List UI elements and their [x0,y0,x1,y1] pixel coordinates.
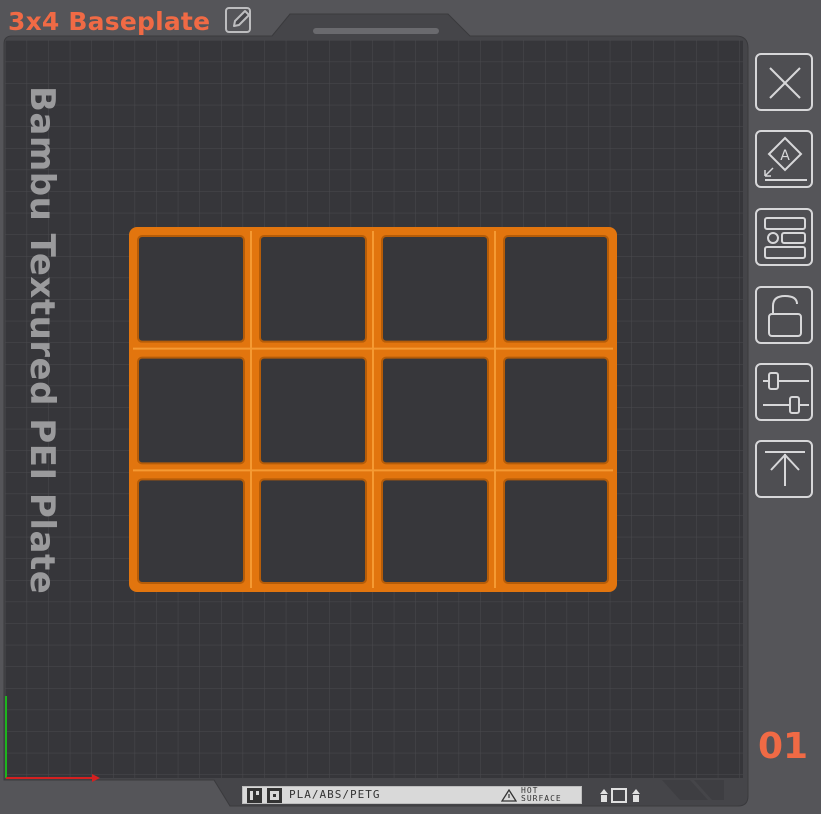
svg-text:A: A [780,148,790,164]
plate-number: 01 [758,726,809,767]
arrange-button[interactable] [755,208,813,266]
hot-surface-warning-icon [501,789,517,802]
plate-info-strip: PLA/ABS/PETG HOT SURFACE [242,786,582,804]
baseplate-cell [503,235,609,343]
baseplate-cell [381,235,489,343]
move-top-icon [765,451,805,486]
plate-settings-button[interactable] [755,363,813,421]
plate-handle [313,28,439,34]
baseplate-cell [259,478,367,585]
plate-title: 3x4 Baseplate [8,6,211,36]
baseplate-model[interactable] [129,227,617,592]
plate-qr-icon [247,788,282,803]
hot-surface-label: HOT SURFACE [521,786,562,803]
baseplate-cell [503,478,609,585]
baseplate-cell [259,235,367,343]
arrange-icon [764,217,806,259]
baseplate-cell [259,356,367,465]
material-compatibility-label: PLA/ABS/PETG [289,788,381,801]
baseplate-cell [137,356,245,465]
build-plate[interactable] [0,0,821,814]
baseplate-cell [137,235,245,343]
plate-title-bar: 3x4 Baseplate [8,4,254,38]
lock-plate-button[interactable] [755,286,813,344]
plate-orientation-icon [600,788,640,803]
baseplate-cell [503,356,609,465]
delete-plate-button[interactable] [755,53,813,111]
bed-type-label: Bambu Textured PEI Plate [22,86,62,595]
close-icon [769,67,801,99]
auto-orient-icon: A [764,136,807,181]
baseplate-cell [381,478,489,585]
move-to-top-button[interactable] [755,440,813,498]
baseplate-cell [381,356,489,465]
baseplate-cell [137,478,245,585]
build-plate-canvas[interactable] [0,0,821,814]
auto-orient-button[interactable]: A [755,130,813,188]
edit-icon [225,7,252,33]
lock-icon [768,294,802,337]
sliders-icon [763,372,809,414]
edit-title-button[interactable] [224,6,254,36]
